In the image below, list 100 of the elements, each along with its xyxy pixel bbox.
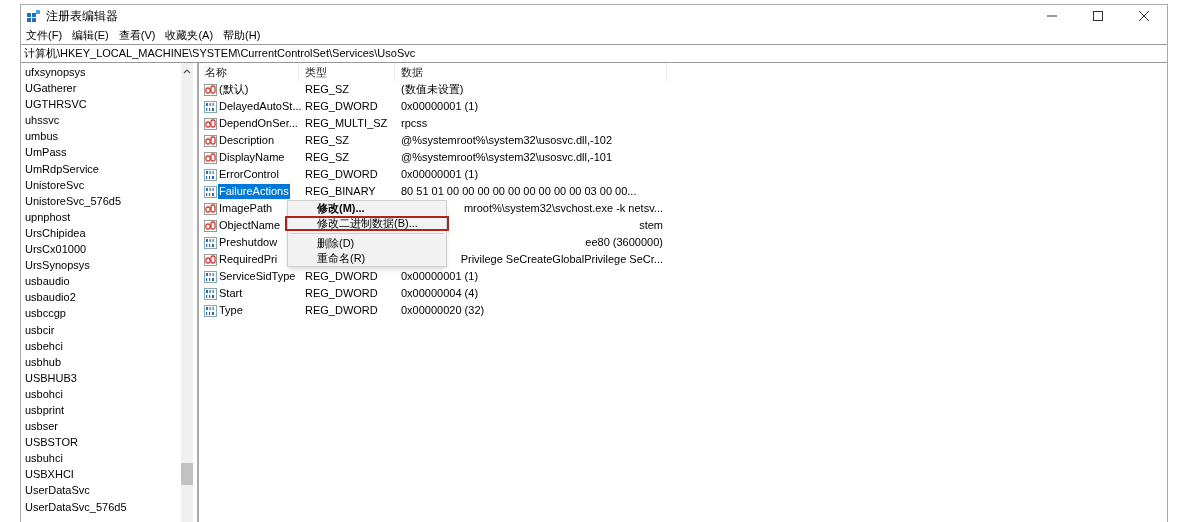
tree-item[interactable]: USBXHCI xyxy=(25,466,74,483)
string-value-icon xyxy=(204,117,217,130)
value-data: rpcss xyxy=(401,116,428,132)
value-name[interactable]: (默认) xyxy=(218,82,250,97)
binary-value-icon xyxy=(204,287,217,300)
string-value-icon xyxy=(204,151,217,164)
scrollbar-thumb[interactable] xyxy=(181,463,193,485)
tree-item[interactable]: UGatherer xyxy=(25,80,77,97)
tree-item[interactable]: usbohci xyxy=(25,385,63,402)
binary-value-icon xyxy=(204,304,217,317)
tree-item[interactable]: ufxsynopsys xyxy=(25,64,86,81)
value-type: REG_MULTI_SZ xyxy=(305,117,388,130)
tree-item[interactable]: USBSTOR xyxy=(25,434,78,451)
scrollbar[interactable] xyxy=(181,63,193,522)
value-name[interactable]: DelayedAutoSt... xyxy=(218,99,303,114)
string-value-icon xyxy=(204,253,217,266)
value-type: REG_DWORD xyxy=(305,287,378,300)
menu-item[interactable]: 查看(V) xyxy=(118,26,156,44)
value-data: (数值未设置) xyxy=(401,82,464,98)
value-type: REG_DWORD xyxy=(305,100,378,113)
string-value-icon xyxy=(204,83,217,96)
value-data: @%systemroot%\system32\usosvc.dll,-101 xyxy=(401,150,613,166)
menu-item[interactable]: 文件(F) xyxy=(26,26,63,44)
tree-item[interactable]: UmPass xyxy=(25,144,67,161)
tree-item[interactable]: UserDataSvc_576d5 xyxy=(25,498,127,515)
value-data: 0x00000001 (1) xyxy=(401,167,479,183)
value-data: Privilege SeCreateGlobalPrivilege SeCr... xyxy=(460,252,663,268)
value-data: 0x00000001 (1) xyxy=(401,269,479,285)
value-type: REG_DWORD xyxy=(305,304,378,317)
tree-item[interactable]: usbaudio2 xyxy=(25,289,76,306)
tree-item[interactable]: UserDataSvc xyxy=(25,482,90,499)
maximize-icon[interactable] xyxy=(1093,11,1103,21)
value-type: REG_SZ xyxy=(305,151,349,164)
binary-value-icon xyxy=(204,185,217,198)
tree-item[interactable]: UrsCx01000 xyxy=(25,241,87,258)
tree-item[interactable]: usbaudio xyxy=(25,273,70,290)
registry-icon xyxy=(27,9,40,23)
value-data: ee80 (3600000) xyxy=(585,235,663,251)
tree-item[interactable]: uhssvc xyxy=(25,112,60,129)
value-name[interactable]: Description xyxy=(218,133,276,148)
value-data: 0x00000004 (4) xyxy=(401,286,479,302)
value-type: REG_DWORD xyxy=(305,270,378,283)
binary-value-icon xyxy=(204,270,217,283)
binary-value-icon xyxy=(204,100,217,113)
value-data: 0x00000020 (32) xyxy=(401,303,485,319)
column-header[interactable]: 类型 xyxy=(299,63,395,81)
value-name[interactable]: Start xyxy=(218,286,244,301)
value-name[interactable]: Preshutdow xyxy=(218,235,279,250)
tree-item[interactable]: UnistoreSvc xyxy=(25,176,85,193)
menu-item[interactable]: 收藏夹(A) xyxy=(165,26,214,44)
value-name[interactable]: DisplayName xyxy=(218,150,286,165)
value-name[interactable]: ImagePath xyxy=(218,201,274,216)
value-data: mroot%\system32\svchost.exe -k netsv... xyxy=(463,201,663,217)
value-name[interactable]: RequiredPri xyxy=(218,252,279,267)
tree-item[interactable]: usbuhci xyxy=(25,450,63,467)
string-value-icon xyxy=(204,202,217,215)
address-bar[interactable]: 计算机\HKEY_LOCAL_MACHINE\SYSTEM\CurrentControlSet\Services\UsoSvc xyxy=(21,44,1167,63)
binary-value-icon xyxy=(204,168,217,181)
column-header[interactable]: 数据 xyxy=(395,63,667,81)
value-type: REG_DWORD xyxy=(305,168,378,181)
value-name[interactable]: ErrorControl xyxy=(218,167,280,182)
value-data: 0x00000001 (1) xyxy=(401,99,479,115)
tree-item[interactable]: usbprint xyxy=(25,401,65,419)
value-type: REG_SZ xyxy=(305,134,349,147)
tree-item[interactable]: usbser xyxy=(25,418,59,435)
tree-item[interactable]: usbehci xyxy=(25,337,63,354)
tree-item[interactable]: usbccgp xyxy=(25,305,66,322)
tree-item[interactable]: USBHUB3 xyxy=(25,369,77,386)
scroll-up-icon[interactable] xyxy=(183,68,191,74)
tree-item[interactable]: upnphost xyxy=(25,208,71,225)
context-menu-item[interactable]: 修改二进制数据(B)... xyxy=(285,216,449,231)
context-menu-item[interactable]: 修改(M)... xyxy=(288,201,446,216)
value-name[interactable]: Type xyxy=(218,303,244,318)
value-data: 80 51 01 00 00 00 00 00 00 00 00 00 03 00 00... xyxy=(401,184,637,200)
context-menu-item[interactable]: 删除(D) xyxy=(288,236,446,251)
tree-item[interactable]: umbus xyxy=(25,128,59,145)
value-type: REG_BINARY xyxy=(305,185,376,198)
string-value-icon xyxy=(204,219,217,232)
tree-item[interactable]: UnistoreSvc_576d5 xyxy=(25,192,121,209)
tree-item[interactable]: usbcir xyxy=(25,321,55,338)
close-icon[interactable] xyxy=(1139,11,1149,21)
menu-item[interactable]: 编辑(E) xyxy=(72,26,109,44)
value-name[interactable]: DependOnSer... xyxy=(218,116,299,131)
value-data: @%systemroot%\system32\usosvc.dll,-102 xyxy=(401,133,613,149)
tree-item[interactable]: UrsSynopsys xyxy=(25,257,90,274)
window-title: 注册表编辑器 xyxy=(46,8,118,25)
value-data: stem xyxy=(639,218,663,234)
value-type: REG_SZ xyxy=(305,83,349,96)
value-name[interactable]: FailureActions xyxy=(218,184,290,199)
tree-item[interactable]: UrsChipidea xyxy=(25,224,86,242)
tree-item[interactable]: UmRdpService xyxy=(25,160,99,177)
value-name[interactable]: ObjectName xyxy=(218,218,282,233)
column-header[interactable]: 名称 xyxy=(199,63,299,81)
menu-item[interactable]: 帮助(H) xyxy=(223,26,261,44)
binary-value-icon xyxy=(204,236,217,249)
tree-item[interactable]: usbhub xyxy=(25,353,62,370)
tree-item[interactable]: UGTHRSVC xyxy=(25,96,87,113)
context-menu-item[interactable]: 重命名(R) xyxy=(288,251,446,266)
string-value-icon xyxy=(204,134,217,147)
value-name[interactable]: ServiceSidType xyxy=(218,269,297,284)
